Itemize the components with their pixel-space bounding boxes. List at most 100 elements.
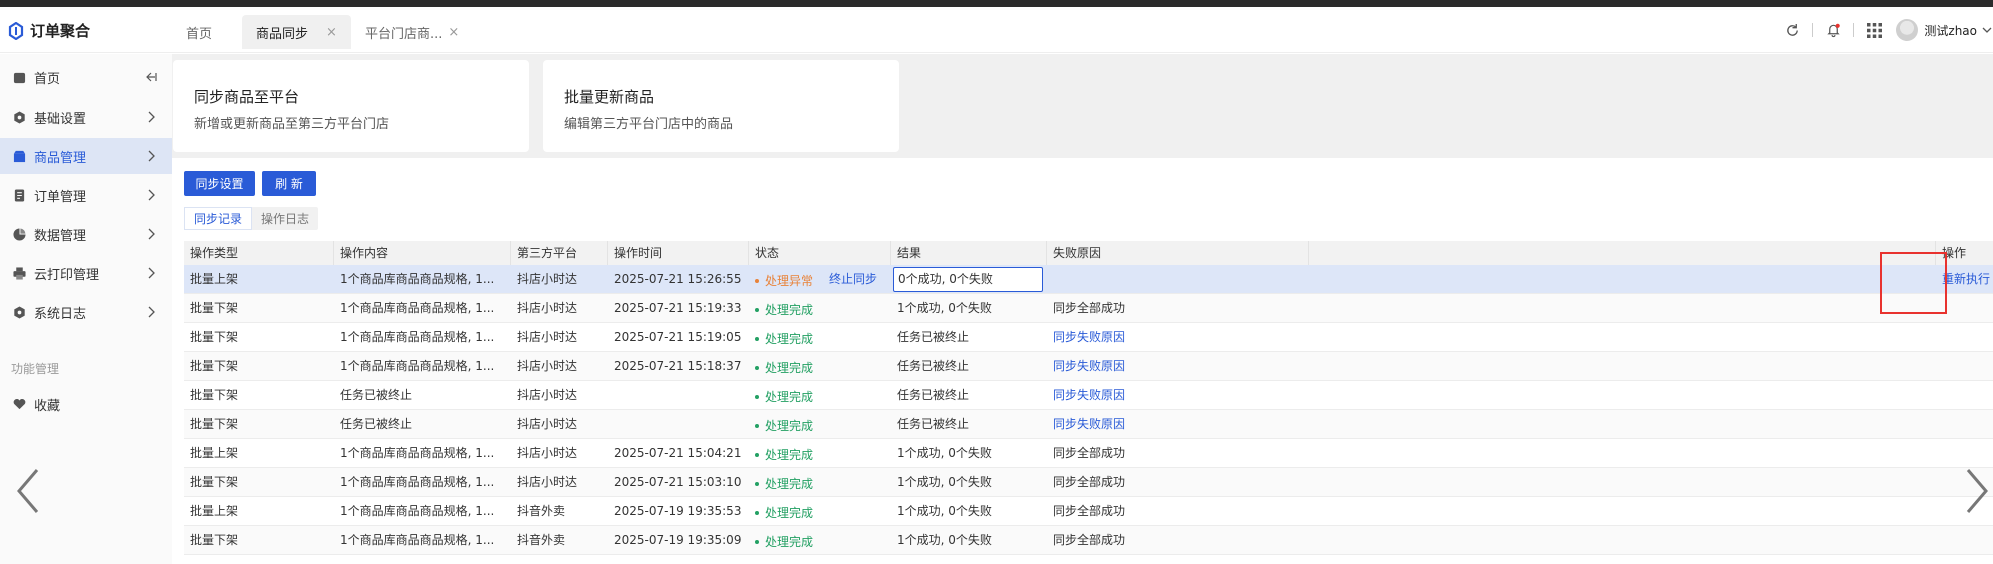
table-row[interactable]: 批量下架 1个商品库商品商品规格, 1... 抖音外卖 2025-07-19 19:3…	[184, 526, 1993, 555]
tab-label: 平台门店商...	[364, 26, 443, 42]
heart-icon	[12, 397, 26, 411]
table-row[interactable]: 批量下架 1个商品库商品商品规格, 1... 抖店小时达 2025-07-21 15:…	[184, 468, 1993, 497]
chevron-down-icon[interactable]	[1981, 20, 1993, 40]
home-icon	[12, 70, 26, 84]
failure-reason-cell: 同步全部成功	[1053, 504, 1126, 518]
app-logo[interactable]: 订单聚合	[8, 20, 90, 41]
prev-arrow-icon[interactable]	[13, 466, 43, 516]
sync-settings-button[interactable]: 同步设置	[184, 171, 255, 196]
status-dot-icon	[755, 424, 759, 428]
platform-cell: 抖音外卖	[517, 504, 566, 518]
failure-reason-link[interactable]: 同步失败原因	[1047, 352, 1309, 381]
sidebar-item-product-management[interactable]: 商品管理	[0, 138, 172, 174]
table-row[interactable]: 批量上架 1个商品库商品商品规格, 1... 抖音外卖 2025-07-19 19:3…	[184, 497, 1993, 526]
failure-reason-link[interactable]: 同步失败原因	[1047, 381, 1309, 410]
sidebar-item-favorites[interactable]: 收藏	[0, 386, 172, 422]
batch-update-card[interactable]: 批量更新商品 编辑第三方平台门店中的商品	[543, 60, 899, 152]
result-cell: 1个成功, 0个失败	[897, 504, 992, 518]
status-dot-icon	[755, 337, 759, 341]
app-header: 订单聚合 首页 商品同步 × 平台门店商... × 测试zhao	[0, 7, 1993, 53]
section-label: 功能管理	[11, 362, 60, 376]
status-cell: 处理完成	[749, 294, 891, 323]
content-cell: 1个商品库商品商品规格, 1...	[340, 330, 495, 344]
user-name[interactable]: 测试zhao	[1924, 22, 1977, 39]
status-dot-icon	[755, 511, 759, 515]
result-cell-focused[interactable]: 0个成功, 0个失败	[893, 267, 1043, 292]
platform-cell: 抖店小时达	[517, 272, 578, 286]
platform-cell: 抖店小时达	[517, 330, 578, 344]
platform-cell: 抖店小时达	[517, 301, 578, 315]
avatar[interactable]	[1896, 19, 1919, 41]
result-cell: 任务已被终止	[897, 417, 970, 431]
tab-sync-records[interactable]: 同步记录	[184, 207, 253, 230]
result-cell: 1个成功, 0个失败	[897, 533, 992, 547]
time-cell	[608, 410, 749, 439]
type-cell: 批量下架	[190, 417, 239, 431]
failure-reason-link[interactable]: 同步失败原因	[1047, 410, 1309, 439]
tab-platform-store[interactable]: 平台门店商... ×	[351, 15, 473, 49]
type-cell: 批量下架	[190, 388, 239, 402]
sidebar-item-system-log[interactable]: 系统日志	[0, 294, 172, 330]
action-cell-empty	[1936, 410, 1993, 439]
status-dot-icon	[755, 395, 759, 399]
failure-reason-link[interactable]: 同步失败原因	[1047, 323, 1309, 352]
table-row[interactable]: 批量上架 1个商品库商品商品规格, 1... 抖店小时达 2025-07-21 15:…	[184, 439, 1993, 468]
table-row[interactable]: 批量下架 任务已被终止 抖店小时达 处理完成 任务已被终止 同步失败原因	[184, 381, 1993, 410]
close-icon[interactable]: ×	[326, 25, 337, 40]
status-text: 处理完成	[765, 360, 814, 375]
type-cell: 批量上架	[190, 446, 239, 460]
time-cell: 2025-07-21 15:19:33	[614, 301, 742, 315]
status-badge: 处理完成	[755, 354, 813, 382]
status-text: 处理完成	[765, 505, 814, 520]
result-cell: 任务已被终止	[897, 388, 970, 402]
sidebar-item-basic-settings[interactable]: 基础设置	[0, 99, 172, 135]
content-cell: 任务已被终止	[340, 417, 413, 431]
status-cell: 处理完成	[749, 381, 891, 410]
status-dot-icon	[755, 453, 759, 457]
tab-home[interactable]: 首页	[172, 15, 242, 49]
status-badge: 处理完成	[755, 296, 813, 324]
table-header: 操作类型 操作内容 第三方平台 操作时间 状态 结果 失败原因 操作	[184, 241, 1993, 265]
table-row[interactable]: 批量下架 1个商品库商品商品规格, 1... 抖店小时达 2025-07-21 15:…	[184, 323, 1993, 352]
table-row[interactable]: 批量上架 1个商品库商品商品规格, 1... 抖店小时达 2025-07-21 15:…	[184, 265, 1993, 294]
sync-to-platform-card[interactable]: 同步商品至平台 新增或更新商品至第三方平台门店	[173, 60, 529, 152]
close-icon[interactable]: ×	[448, 25, 459, 40]
pie-chart-icon	[12, 227, 26, 241]
refresh-icon[interactable]	[1782, 20, 1802, 40]
tab-operation-log[interactable]: 操作日志	[252, 207, 318, 230]
type-cell: 批量下架	[190, 533, 239, 547]
sidebar-item-label: 基础设置	[34, 111, 87, 127]
card-description: 编辑第三方平台门店中的商品	[564, 117, 734, 132]
platform-cell: 抖店小时达	[517, 475, 578, 489]
result-cell: 任务已被终止	[897, 359, 970, 373]
tab-label: 首页	[186, 26, 213, 42]
tab-product-sync[interactable]: 商品同步 ×	[242, 15, 351, 49]
next-arrow-icon[interactable]	[1962, 466, 1992, 516]
table-row[interactable]: 批量下架 1个商品库商品商品规格, 1... 抖店小时达 2025-07-21 15:…	[184, 294, 1993, 323]
status-dot-icon	[755, 540, 759, 544]
sidebar-item-label: 首页	[34, 71, 61, 87]
failure-reason-cell: 同步全部成功	[1053, 475, 1126, 489]
refresh-button[interactable]: 刷 新	[262, 171, 316, 196]
column-header: 失败原因	[1047, 241, 1309, 265]
notification-bell-icon[interactable]	[1823, 20, 1843, 40]
sidebar-item-label: 云打印管理	[34, 267, 100, 283]
sidebar-item-home[interactable]: 首页	[0, 59, 172, 95]
status-text: 处理完成	[765, 534, 814, 549]
table-row[interactable]: 批量下架 任务已被终止 抖店小时达 处理完成 任务已被终止 同步失败原因	[184, 410, 1993, 439]
action-cell-empty	[1936, 526, 1993, 555]
apps-grid-icon[interactable]	[1864, 20, 1884, 40]
action-cell-empty	[1936, 352, 1993, 381]
sidebar-item-cloud-print[interactable]: 云打印管理	[0, 255, 172, 291]
collapse-sidebar-icon[interactable]	[144, 70, 158, 84]
sidebar-item-label: 数据管理	[34, 228, 87, 244]
column-header: 操作内容	[334, 241, 511, 265]
failure-reason-cell: 同步全部成功	[1053, 301, 1126, 315]
action-cell-empty	[1936, 323, 1993, 352]
table-row[interactable]: 批量下架 1个商品库商品商品规格, 1... 抖店小时达 2025-07-21 15:…	[184, 352, 1993, 381]
type-cell: 批量下架	[190, 359, 239, 373]
stop-sync-link[interactable]: 终止同步	[829, 272, 877, 286]
sidebar-item-data-management[interactable]: 数据管理	[0, 216, 172, 252]
failure-reason-cell: 同步全部成功	[1053, 533, 1126, 547]
sidebar-item-order-management[interactable]: 订单管理	[0, 177, 172, 213]
